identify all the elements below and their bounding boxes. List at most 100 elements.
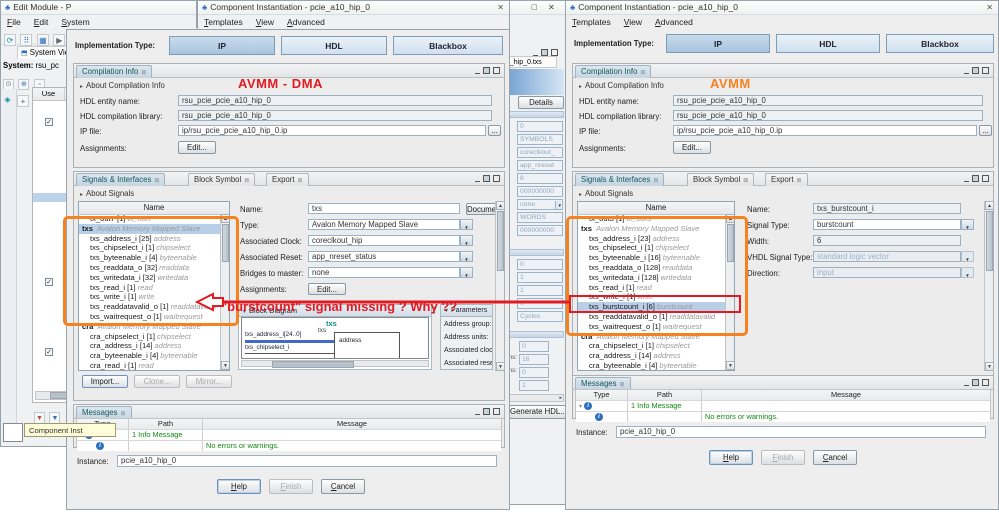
close-icon[interactable]: ✕ [497,1,504,14]
finish-button[interactable]: Finish [761,450,805,465]
name-field[interactable]: txs_burstcount_i [813,203,961,214]
signal-row[interactable]: cra_chipselect_i [1] chipselect [79,332,220,342]
bridges-field[interactable]: none [308,267,460,278]
tab-close-icon[interactable]: ⊠ [797,178,802,184]
ip-file-browse-button[interactable]: ... [979,125,992,136]
name-field[interactable]: txs [308,203,460,214]
connections-icon[interactable]: ⠿ [20,34,33,46]
signals-interfaces-tab[interactable]: Signals & Interfaces ⊠ [76,173,166,186]
panel-window-controls[interactable] [475,408,500,415]
parameter-field[interactable]: 0 [517,121,563,132]
panel-window-controls[interactable] [964,67,989,74]
scroll-down-icon[interactable]: ▼ [985,362,994,371]
import-button[interactable]: Import... [82,375,128,388]
help-button[interactable]: Help [709,450,753,465]
bridges-dropdown-icon[interactable] [460,267,473,278]
panel-window-controls[interactable] [964,175,989,182]
properties-scrollbar[interactable]: ▲ ▼ [495,201,505,371]
instance-field[interactable]: pcie_a10_hip_0 [117,455,497,467]
assignments-edit-button[interactable]: Edit... [178,141,216,154]
signal-row[interactable]: cra_address_i [14] address [578,351,725,361]
about-compilation-info[interactable]: ▸ About Compilation Info [80,81,165,90]
parameter-field[interactable]: 8 [517,173,563,184]
signal-row[interactable]: cra_chipselect_i [1] chipselect [578,341,725,351]
generate-hdl-button[interactable]: Generate HDL... [509,405,566,419]
clone-button[interactable]: Clone... [134,375,180,388]
cancel-button[interactable]: Cancel [813,450,857,465]
impl-blackbox-button[interactable]: Blackbox [393,36,503,55]
edit-module-titlebar[interactable]: ♣ Edit Module - P [1,1,196,15]
mirror-button[interactable]: Mirror... [186,375,232,388]
close-icon[interactable]: ✕ [986,1,993,14]
use-column-header[interactable]: Use [33,88,65,100]
menu-templates[interactable]: Templates [204,17,243,27]
about-compilation-info[interactable]: ▸ About Compilation Info [579,81,664,90]
about-signals[interactable]: ▸ About Signals [579,189,633,198]
scroll-down-icon[interactable]: ▼ [726,361,734,370]
parameter-field[interactable]: 1 [517,272,563,283]
help-button[interactable]: Help [217,479,261,494]
parameter-field[interactable]: 0 [519,341,549,352]
use-checkbox[interactable] [45,348,53,356]
hscrollbar[interactable]: ▸ [504,394,564,402]
type-field[interactable]: Avalon Memory Mapped Slave [308,219,460,230]
left-dialog-titlebar[interactable]: ♣ Component Instantiation - pcie_a10_hip_… [198,1,509,15]
parameter-field[interactable]: 16 [519,354,549,365]
scroll-down-icon[interactable]: ▼ [496,362,505,371]
block-symbol-tab[interactable]: Block Symbol ⊠ [188,173,256,186]
signal-row[interactable]: cra_address_i [14] address [79,341,220,351]
scroll-down-icon[interactable]: ▼ [221,361,229,370]
tab-close-icon[interactable]: ⊠ [121,411,126,417]
menu-advanced[interactable]: Advanced [287,17,325,27]
impl-ip-button[interactable]: IP [169,36,275,55]
panel-window-controls[interactable] [475,175,500,182]
maximize-icon[interactable]: ▢ [531,1,538,14]
assoc-reset-field[interactable]: app_nreset_status [308,251,460,262]
impl-ip-button[interactable]: IP [666,34,770,53]
ip-file-field[interactable]: ip/rsu_pcie_pcie_a10_hip_0.ip [673,125,977,136]
parameter-editor-titlebar[interactable]: ▢ ✕ [501,1,566,15]
parameter-field[interactable]: none [517,199,563,210]
scroll-up-icon[interactable]: ▲ [985,201,994,210]
properties-scrollbar[interactable]: ▲ ▼ [984,201,994,371]
assoc-clock-field[interactable]: coreclkout_hip [308,235,460,246]
signal-type-field[interactable]: burstcount [813,219,961,230]
use-checkbox[interactable] [45,118,53,126]
block-diagram-canvas[interactable]: txs txs address txs_address_i[24..0] txs… [241,317,429,359]
use-checkbox[interactable] [45,278,53,286]
ip-file-field[interactable]: ip/rsu_pcie_pcie_a10_hip_0.ip [178,125,486,136]
export-tab[interactable]: Export ⊠ [266,173,309,186]
width-field[interactable]: 6 [813,235,961,246]
block-symbol-tab[interactable]: Block Symbol ⊠ [687,173,755,186]
diagram-hscrollbar[interactable] [241,360,429,368]
compilation-info-tab[interactable]: Compilation Info ⊠ [76,65,153,78]
menu-file[interactable]: File [7,17,21,27]
menu-system[interactable]: System [61,17,89,27]
signal-row[interactable]: cra_read_i [1] read [79,361,220,370]
run-icon[interactable]: ▶ [53,34,66,46]
add-icon[interactable]: + [17,95,29,107]
about-signals[interactable]: ▸ About Signals [80,189,134,198]
signal-type-dropdown-icon[interactable] [961,219,974,230]
parameter-field[interactable]: WORDS [517,212,563,223]
compilation-info-tab[interactable]: Compilation Info ⊠ [575,65,652,78]
tab-close-icon[interactable]: ⊠ [154,178,159,184]
export-tab[interactable]: Export ⊠ [765,173,808,186]
assoc-clock-dropdown-icon[interactable] [460,235,473,246]
assignments-edit-button[interactable]: Edit... [673,141,711,154]
txs-tab[interactable]: 0_hip_0.txs [503,56,557,68]
type-dropdown-icon[interactable] [460,219,473,230]
menu-view[interactable]: View [624,17,642,27]
signal-row[interactable]: cra_byteenable_i [4] byteenable [578,361,725,370]
parameter-field[interactable]: 0 [517,259,563,270]
close-icon[interactable]: ✕ [548,1,555,14]
parameter-field[interactable]: app_nreset [517,160,563,171]
signal-row[interactable]: cra_byteenable_i [4] byteenable [79,351,220,361]
panel-window-controls[interactable] [533,49,558,56]
parameter-field[interactable]: SYMBOLS [517,134,563,145]
signals-interfaces-tab[interactable]: Signals & Interfaces ⊠ [575,173,665,186]
right-dialog-titlebar[interactable]: ♣ Component Instantiation - pcie_a10_hip_… [566,1,998,15]
tab-close-icon[interactable]: ⊠ [653,178,658,184]
tab-close-icon[interactable]: ⊠ [298,178,303,184]
details-button[interactable]: Details [518,96,564,109]
